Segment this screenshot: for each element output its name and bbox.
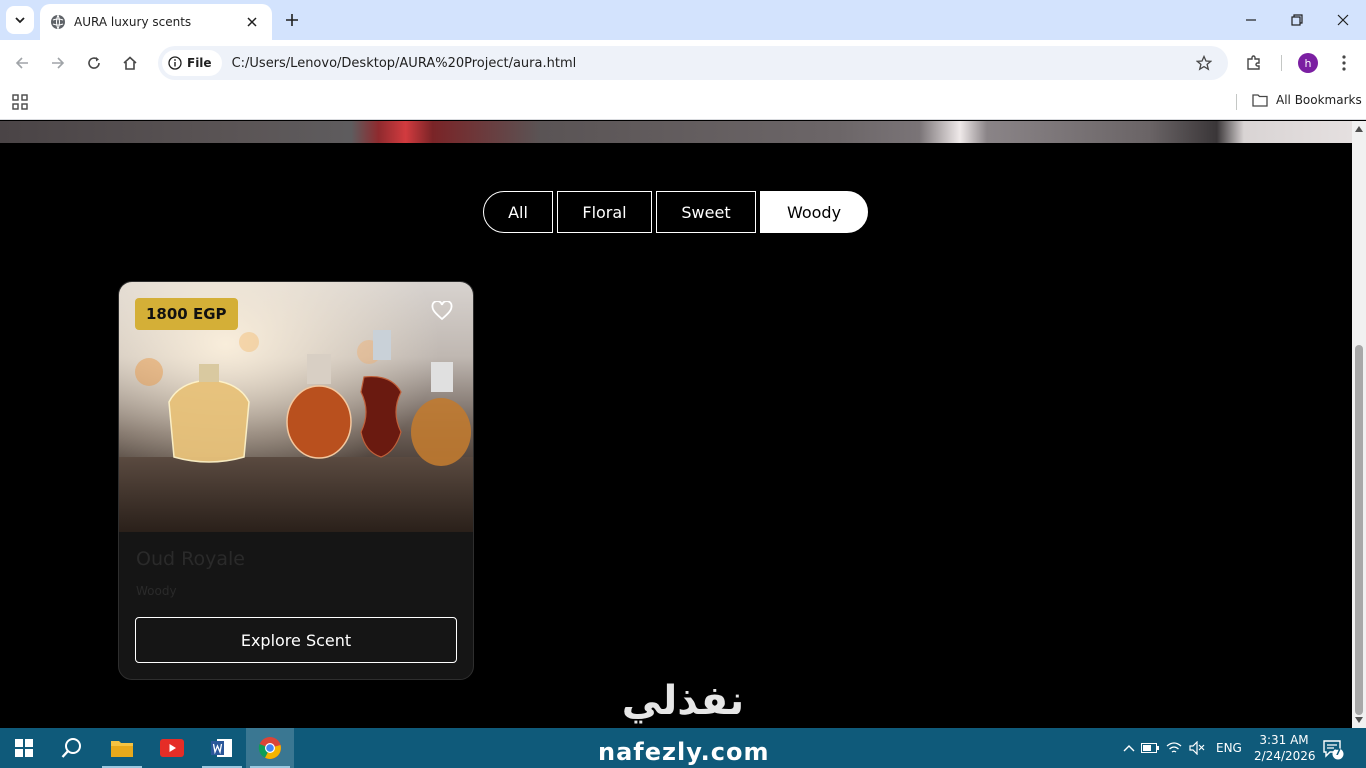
volume-muted-icon[interactable] xyxy=(1186,741,1208,755)
product-card: 1800 EGP Oud Royale Woody Explore Scent xyxy=(118,281,474,680)
tab-search-button[interactable] xyxy=(6,6,34,34)
scroll-down-arrow-icon[interactable] xyxy=(1355,716,1363,724)
new-tab-button[interactable] xyxy=(280,8,304,32)
profile-avatar[interactable]: h xyxy=(1298,53,1318,73)
watermark-latin: nafezly.com xyxy=(598,738,770,766)
windows-logo-icon xyxy=(15,739,33,757)
site-chip-label: File xyxy=(187,56,212,70)
browser-tab-active[interactable]: AURA luxury scents xyxy=(40,4,272,40)
search-button[interactable] xyxy=(48,728,96,768)
hero-image-strip xyxy=(0,121,1352,143)
start-button[interactable] xyxy=(0,728,48,768)
arrow-right-icon xyxy=(52,57,65,69)
forward-button[interactable] xyxy=(44,49,72,77)
address-bar[interactable]: File C:/Users/Lenovo/Desktop/AURA%20Proj… xyxy=(158,46,1228,80)
all-bookmarks-button[interactable]: All Bookmarks xyxy=(1252,93,1362,107)
folder-icon xyxy=(111,741,133,757)
restore-button[interactable] xyxy=(1274,6,1320,34)
reload-button[interactable] xyxy=(80,49,108,77)
category-filter-group: All Floral Sweet Woody xyxy=(483,191,868,233)
bookmark-star-button[interactable] xyxy=(1192,51,1216,75)
watermark-arabic: نفذلي xyxy=(621,678,745,724)
explore-scent-button[interactable]: Explore Scent xyxy=(135,617,457,663)
kebab-menu-icon xyxy=(1342,55,1346,71)
toolbar-separator xyxy=(1281,55,1282,71)
taskbar-youtube[interactable] xyxy=(148,728,196,768)
taskbar-word[interactable] xyxy=(198,728,246,768)
filter-woody-button[interactable]: Woody xyxy=(760,191,868,233)
language-indicator[interactable]: ENG xyxy=(1216,741,1242,755)
home-icon xyxy=(123,56,137,70)
product-category: Woody xyxy=(136,584,177,598)
clock-date: 2/24/2026 xyxy=(1254,749,1316,763)
chrome-icon xyxy=(258,737,281,759)
minimize-icon xyxy=(1246,19,1256,21)
star-icon xyxy=(1196,55,1212,71)
price-badge: 1800 EGP xyxy=(135,298,238,330)
puzzle-icon xyxy=(1247,55,1260,70)
notification-center-button[interactable]: 7 xyxy=(1322,738,1344,760)
url-text[interactable]: C:/Users/Lenovo/Desktop/AURA%20Project/a… xyxy=(232,56,577,71)
close-icon xyxy=(247,17,257,27)
clock-time: 3:31 AM xyxy=(1259,733,1309,747)
filter-sweet-button[interactable]: Sweet xyxy=(656,191,756,233)
plus-icon xyxy=(286,14,298,26)
notification-badge: 7 xyxy=(1334,748,1342,758)
chevron-up-icon[interactable] xyxy=(1120,744,1138,752)
system-tray: ENG xyxy=(1120,728,1250,768)
filter-floral-button[interactable]: Floral xyxy=(557,191,652,233)
close-window-button[interactable] xyxy=(1320,6,1366,34)
product-name: Oud Royale xyxy=(136,548,245,570)
restore-icon xyxy=(1291,14,1303,26)
site-info-chip[interactable]: File xyxy=(162,50,222,76)
extensions-button[interactable] xyxy=(1240,49,1268,77)
bookmarks-bar: All Bookmarks xyxy=(0,86,1366,120)
info-icon xyxy=(168,56,182,70)
search-icon xyxy=(61,738,81,758)
page-viewport: All Floral Sweet Woody 1800 EGP Oud Roya… xyxy=(0,121,1352,728)
close-icon xyxy=(1337,14,1349,26)
apps-grid-icon[interactable] xyxy=(11,93,29,111)
scrollbar-thumb[interactable] xyxy=(1355,345,1363,715)
tab-title: AURA luxury scents xyxy=(74,15,192,29)
tab-close-button[interactable] xyxy=(242,12,262,32)
wifi-icon[interactable] xyxy=(1162,741,1186,755)
home-button[interactable] xyxy=(116,49,144,77)
watermark-logo: نفذلي xyxy=(598,679,768,723)
reload-icon xyxy=(88,57,100,69)
word-icon xyxy=(211,739,232,757)
battery-icon[interactable] xyxy=(1138,743,1162,753)
perfume-bottles-image: 1800 EGP xyxy=(119,282,473,532)
favorite-button[interactable] xyxy=(431,300,453,322)
globe-icon xyxy=(50,14,66,30)
page-scrollbar[interactable] xyxy=(1352,121,1366,728)
filter-all-button[interactable]: All xyxy=(483,191,553,233)
heart-icon xyxy=(431,301,453,321)
browser-toolbar: File C:/Users/Lenovo/Desktop/AURA%20Proj… xyxy=(0,40,1366,86)
minimize-button[interactable] xyxy=(1228,6,1274,34)
taskbar-file-explorer[interactable] xyxy=(98,728,146,768)
all-bookmarks-label: All Bookmarks xyxy=(1276,93,1362,107)
chevron-down-icon xyxy=(15,17,25,24)
scroll-up-arrow-icon[interactable] xyxy=(1355,125,1363,133)
bookmarks-separator xyxy=(1236,94,1237,110)
browser-menu-button[interactable] xyxy=(1332,49,1356,77)
arrow-left-icon xyxy=(15,57,28,69)
taskbar-chrome[interactable] xyxy=(246,728,294,768)
taskbar-clock[interactable]: 3:31 AM 2/24/2026 xyxy=(1254,732,1316,764)
browser-tab-strip: AURA luxury scents xyxy=(0,0,1366,40)
back-button[interactable] xyxy=(8,49,36,77)
youtube-icon xyxy=(160,739,184,757)
folder-icon xyxy=(1252,94,1268,107)
